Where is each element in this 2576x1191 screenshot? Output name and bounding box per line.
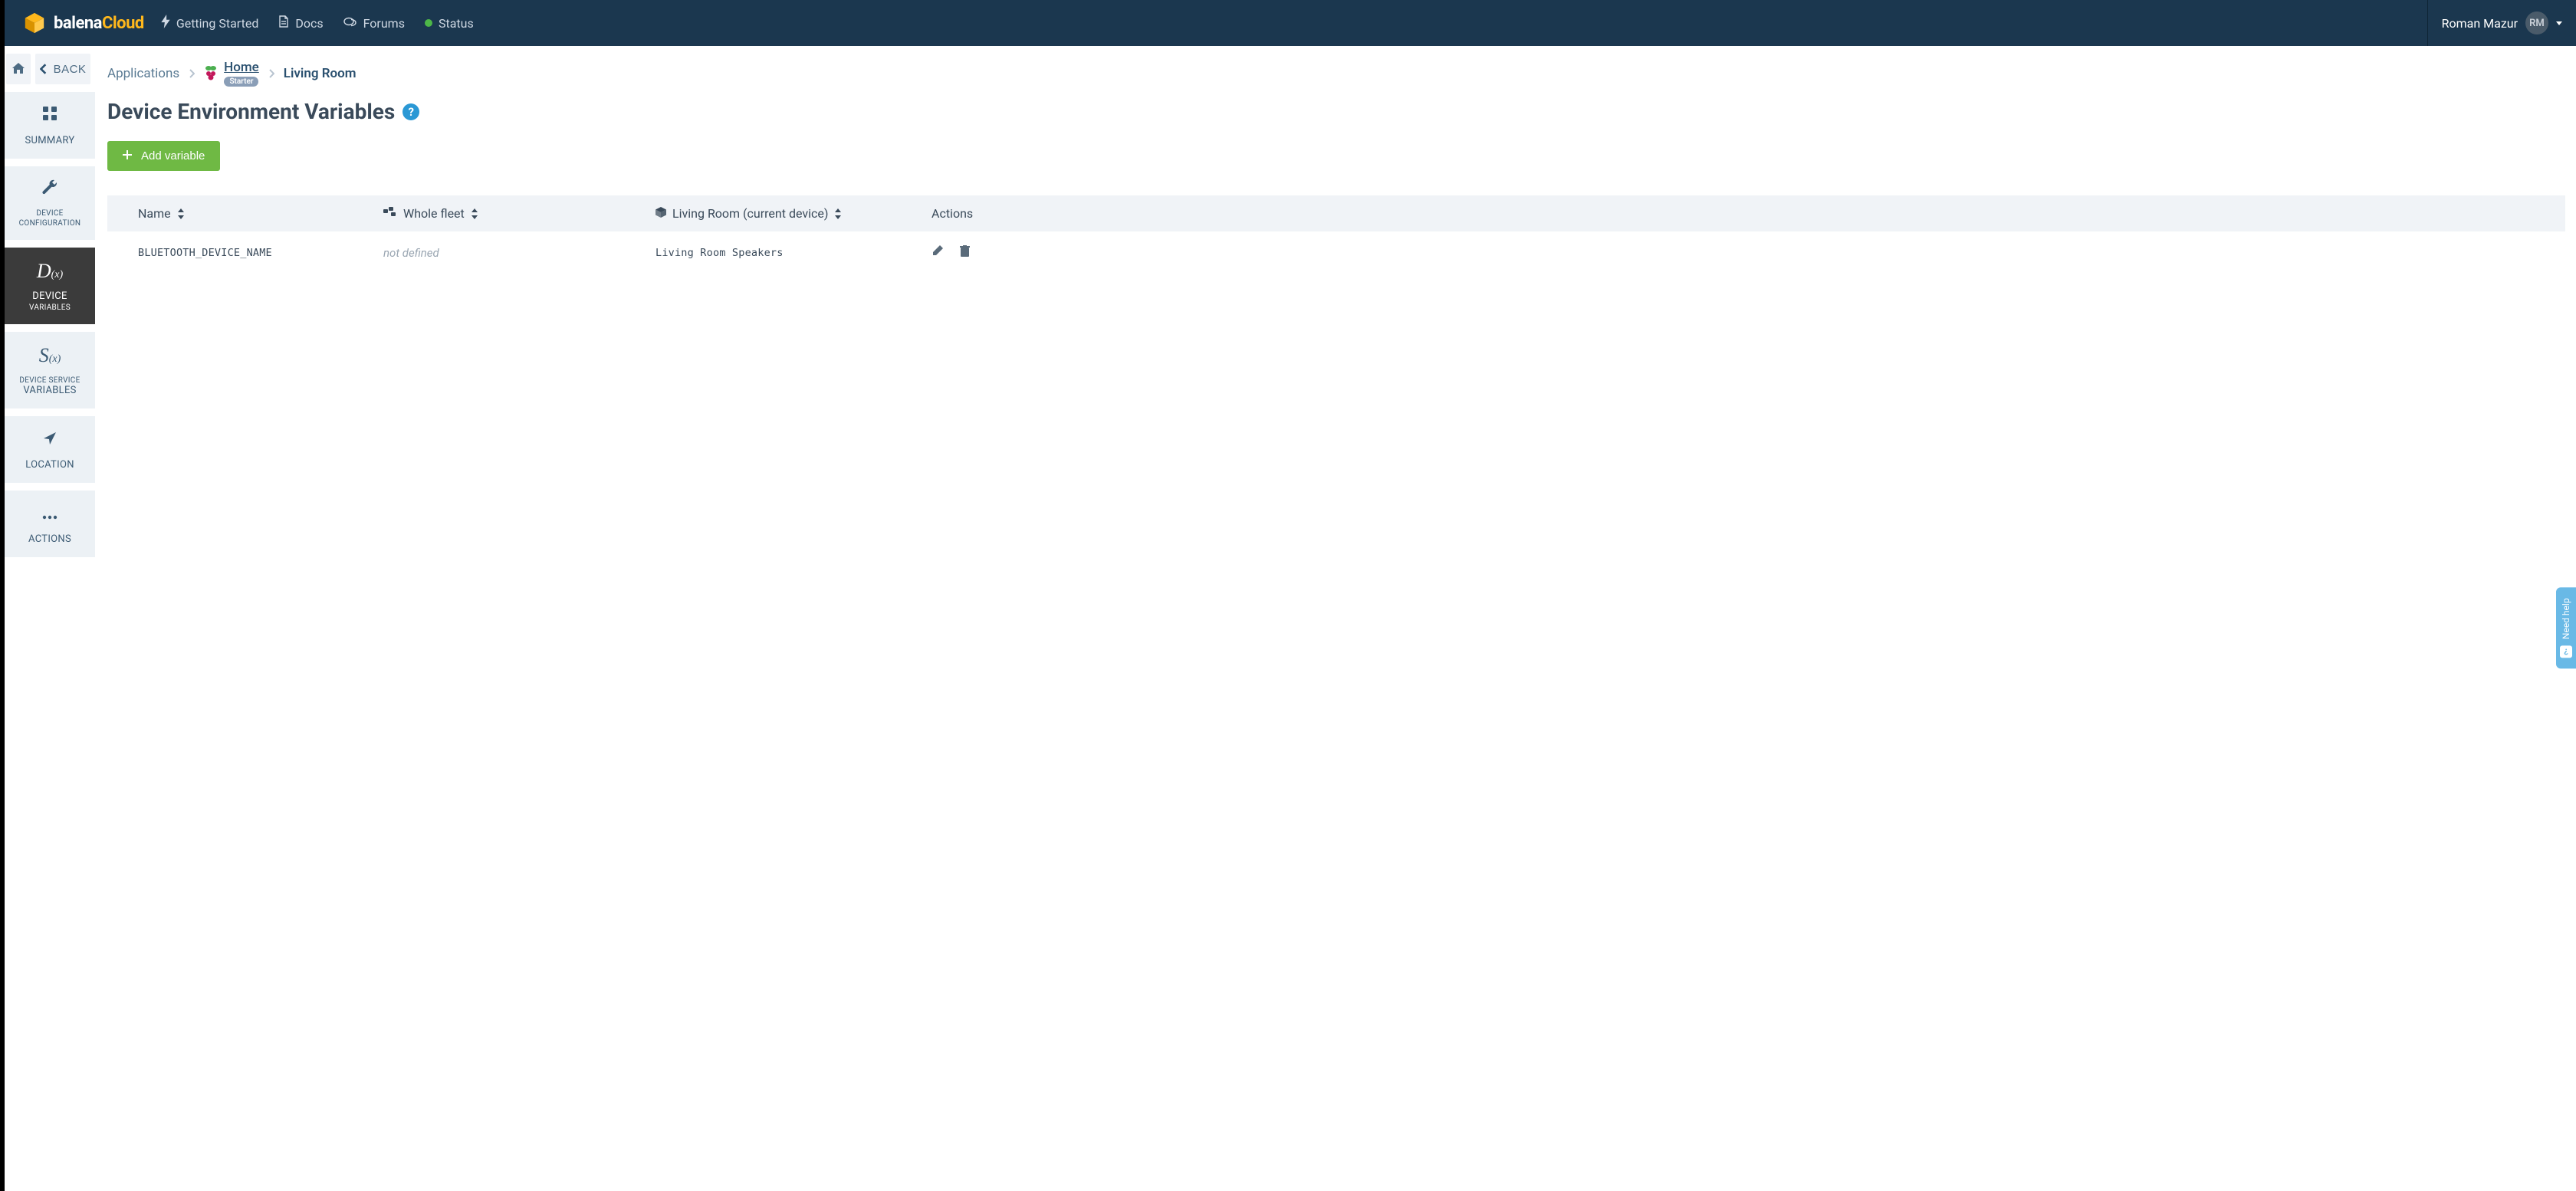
grid-icon: [41, 104, 58, 127]
column-label: Actions: [932, 206, 973, 221]
chevron-right-icon: [189, 69, 195, 78]
var-fleet-value: not defined: [383, 246, 439, 260]
sidebar-item-summary[interactable]: SUMMARY: [5, 92, 95, 159]
home-icon: [12, 63, 25, 76]
sidebar-item-location[interactable]: LOCATION: [5, 416, 95, 483]
sidebar-label: SUMMARY: [25, 135, 74, 146]
brand-logo[interactable]: balenaCloud: [23, 11, 144, 34]
bolt-icon: [161, 15, 170, 31]
breadcrumb-home-label: Home: [224, 60, 259, 75]
table-header-row: Name Whole fleet: [107, 195, 2565, 231]
chevron-left-icon: [40, 64, 48, 74]
sort-icon: [177, 208, 185, 219]
sort-icon: [834, 208, 842, 219]
sidebar-item-device-variables[interactable]: D(x) DEVICE VARIABLES: [5, 248, 95, 324]
sidebar-label: VARIABLES: [23, 385, 76, 396]
location-arrow-icon: [42, 428, 58, 451]
back-button[interactable]: BACK: [35, 54, 90, 84]
add-variable-label: Add variable: [141, 149, 205, 162]
nav-links: Getting Started Docs Forums Status: [161, 15, 474, 31]
plus-icon: [123, 149, 132, 162]
wrench-icon: [41, 179, 58, 202]
breadcrumb-home[interactable]: Home Starter: [204, 60, 259, 87]
document-icon: [278, 15, 289, 31]
chevron-down-icon: [2556, 21, 2562, 25]
nav-docs[interactable]: Docs: [278, 15, 323, 31]
help-icon[interactable]: ?: [402, 103, 419, 120]
edit-button[interactable]: [932, 245, 943, 260]
balena-cube-icon: [23, 11, 46, 34]
sidebar-item-device-config[interactable]: DEVICE CONFIGURATION: [5, 166, 95, 240]
sort-icon: [471, 208, 478, 219]
sidebar-label: DEVICE: [36, 209, 63, 218]
fleet-icon: [383, 206, 397, 221]
nav-getting-started[interactable]: Getting Started: [161, 15, 259, 31]
chat-icon: [343, 16, 357, 31]
need-help-tab[interactable]: Need help ?: [2556, 587, 2576, 668]
user-menu[interactable]: Roman Mazur RM: [2442, 11, 2562, 34]
nav-status[interactable]: Status: [425, 16, 474, 31]
add-variable-button[interactable]: Add variable: [107, 141, 220, 171]
status-dot-icon: [425, 19, 432, 27]
user-avatar: RM: [2525, 11, 2548, 34]
pencil-icon: [932, 248, 943, 260]
nav-link-label: Getting Started: [176, 16, 259, 31]
column-header-fleet[interactable]: Whole fleet: [383, 206, 656, 221]
column-header-actions: Actions: [932, 206, 2565, 221]
home-button[interactable]: [6, 54, 31, 84]
breadcrumb-applications[interactable]: Applications: [107, 66, 179, 81]
column-header-device[interactable]: Living Room (current device): [656, 206, 932, 221]
user-name: Roman Mazur: [2442, 16, 2518, 31]
function-s-icon: S(x): [39, 344, 61, 367]
cube-icon: [656, 206, 666, 221]
page-title: Device Environment Variables: [107, 99, 395, 124]
nav-link-label: Forums: [363, 16, 405, 31]
left-sidebar: BACK SUMMARY DEVICE CONFIGURATION D(x) D…: [5, 46, 95, 1191]
breadcrumbs: Applications Home Starter Living Room: [107, 60, 2565, 87]
sidebar-item-service-variables[interactable]: S(x) DEVICE SERVICE VARIABLES: [5, 332, 95, 408]
column-header-name[interactable]: Name: [107, 206, 383, 221]
nav-link-label: Docs: [295, 16, 323, 31]
var-name: BLUETOOTH_DEVICE_NAME: [138, 247, 272, 259]
var-device-value: Living Room Speakers: [656, 247, 784, 259]
table-row: BLUETOOTH_DEVICE_NAME not defined Living…: [107, 231, 2565, 274]
variables-table: Name Whole fleet: [107, 195, 2565, 274]
column-label: Name: [138, 206, 171, 221]
back-label: BACK: [54, 63, 87, 76]
column-label: Whole fleet: [403, 206, 465, 221]
delete-button[interactable]: [960, 245, 970, 260]
trash-icon: [960, 248, 970, 260]
top-navbar: balenaCloud Getting Started Docs Forums …: [0, 0, 2576, 46]
sidebar-sublabel: DEVICE SERVICE: [19, 376, 80, 385]
nav-link-label: Status: [439, 16, 474, 31]
breadcrumb-current: Living Room: [284, 66, 356, 81]
ellipsis-icon: [41, 503, 58, 526]
sidebar-label: LOCATION: [25, 459, 74, 471]
sidebar-label: ACTIONS: [28, 533, 71, 545]
sidebar-item-actions[interactable]: ACTIONS: [5, 491, 95, 557]
starter-badge: Starter: [224, 77, 258, 87]
main-content: Applications Home Starter Living Room De…: [95, 46, 2576, 1191]
question-icon: ?: [2560, 645, 2572, 658]
sidebar-sublabel: CONFIGURATION: [19, 219, 81, 228]
nav-divider: [2427, 0, 2428, 46]
nav-forums[interactable]: Forums: [343, 16, 405, 31]
raspberry-pi-icon: [204, 65, 218, 82]
need-help-label: Need help: [2561, 598, 2571, 639]
sidebar-sublabel: VARIABLES: [29, 303, 71, 312]
sidebar-label: DEVICE: [32, 290, 67, 302]
function-d-icon: D(x): [37, 260, 63, 283]
brand-text: balenaCloud: [54, 14, 144, 33]
chevron-right-icon: [268, 69, 274, 78]
column-label: Living Room (current device): [672, 206, 828, 221]
